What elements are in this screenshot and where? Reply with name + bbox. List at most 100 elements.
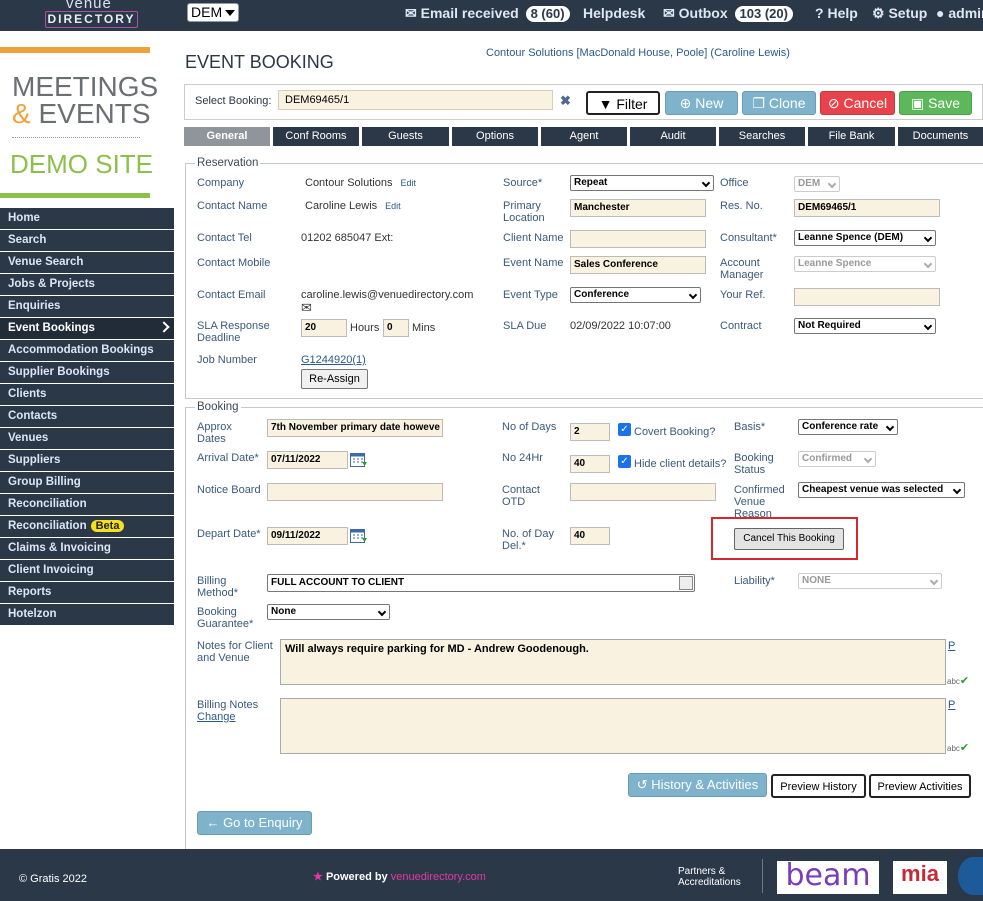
sidebar-item-contacts[interactable]: Contacts [0, 406, 174, 428]
billing-notes-p-link[interactable]: P [948, 699, 955, 711]
no-of-days-input[interactable]: 2 [570, 423, 610, 441]
chevron-down-icon [923, 233, 933, 243]
contact-otd-input[interactable] [570, 483, 716, 501]
approx-dates-input[interactable]: 7th November primary date howeve [267, 419, 443, 437]
billing-notes-change-link[interactable]: Change [197, 711, 236, 723]
booking-status-select[interactable]: Confirmed [798, 451, 876, 467]
setup-link[interactable]: ⚙ Setup [872, 5, 927, 22]
contract-select[interactable]: Not Required [794, 318, 936, 334]
chevron-down-icon [225, 10, 235, 16]
tab-audit[interactable]: Audit [630, 127, 716, 146]
day-delegates-input[interactable]: 40 [570, 527, 610, 545]
sidebar-item-clients[interactable]: Clients [0, 384, 174, 406]
sidebar-item-claims-invoicing[interactable]: Claims & Invoicing [0, 538, 174, 560]
arrival-date-input[interactable]: 07/11/2022 [267, 451, 348, 469]
sidebar-item-accommodation-bookings[interactable]: Accommodation Bookings [0, 340, 174, 362]
booking-guarantee-select[interactable]: None [267, 604, 390, 620]
clear-icon[interactable]: ✖ [560, 93, 571, 109]
confirmed-reason-select[interactable]: Cheapest venue was selected [798, 482, 965, 498]
reassign-button[interactable]: Re-Assign [301, 369, 368, 389]
notes-p-link[interactable]: P [948, 640, 955, 652]
client-name-input[interactable] [570, 230, 706, 248]
billing-notes-textarea[interactable] [280, 698, 946, 754]
job-number-link[interactable]: G1244920(1) [301, 354, 366, 366]
office-field-select[interactable]: DEM [794, 176, 840, 192]
mia-logo[interactable]: mia [893, 861, 947, 894]
tab-file-bank[interactable]: File Bank [808, 127, 895, 146]
notes-textarea[interactable]: Will always require parking for MD - And… [280, 639, 946, 685]
new-button[interactable]: ⊕ New [665, 91, 738, 115]
sidebar-item-enquiries[interactable]: Enquiries [0, 296, 174, 318]
sla-hours-input[interactable]: 20 [301, 319, 347, 337]
email-received-link[interactable]: ✉ Email received 8 (60) [405, 5, 570, 22]
account-manager-select[interactable]: Leanne Spence [794, 256, 936, 272]
venue-directory-logo[interactable]: venue DIRECTORY [0, 0, 180, 31]
source-select[interactable]: Repeat [570, 175, 714, 191]
booking-legend: Booking [195, 401, 241, 413]
tab-guests[interactable]: Guests [362, 127, 449, 146]
calendar-icon[interactable] [350, 528, 368, 544]
booking-client-breadcrumb[interactable]: Contour Solutions [MacDonald House, Pool… [486, 47, 790, 59]
clone-button[interactable]: ❐ Clone [742, 91, 816, 115]
sidebar-item-reports[interactable]: Reports [0, 582, 174, 604]
save-button[interactable]: ▣ Save [899, 91, 972, 115]
sidebar-item-client-invoicing[interactable]: Client Invoicing [0, 560, 174, 582]
depart-date-input[interactable]: 09/11/2022 [267, 527, 348, 545]
sidebar-item-jobs-projects[interactable]: Jobs & Projects [0, 274, 174, 296]
spellcheck-icon[interactable]: abc✔ [947, 741, 969, 754]
spellcheck-icon[interactable]: abc✔ [947, 674, 969, 687]
sidebar-item-reconciliation-beta[interactable]: Reconciliation Beta [0, 516, 174, 538]
covert-booking-checkbox[interactable]: ✓ [618, 423, 631, 436]
event-name-input[interactable]: Sales Conference [570, 256, 706, 274]
tab-documents[interactable]: Documents [898, 127, 983, 146]
helpdesk-link[interactable]: Helpdesk [583, 5, 645, 21]
no-24hr-input[interactable]: 40 [570, 455, 610, 473]
tab-general[interactable]: General [184, 127, 270, 146]
sla-mins-input[interactable]: 0 [383, 319, 409, 337]
history-activities-button[interactable]: ↺ History & Activities [628, 773, 767, 797]
sidebar-item-supplier-bookings[interactable]: Supplier Bookings [0, 362, 174, 384]
cancel-button[interactable]: ⊘ Cancel [820, 91, 895, 115]
outbox-link[interactable]: ✉ Outbox 103 (20) [663, 5, 793, 22]
company-edit-link[interactable]: Edit [400, 178, 416, 188]
envelope-icon[interactable]: ✉ [301, 300, 312, 316]
sidebar-item-home[interactable]: Home [0, 208, 174, 230]
tab-conf-rooms[interactable]: Conf Rooms [273, 127, 359, 146]
user-menu[interactable]: ● admin [936, 5, 983, 21]
beam-logo[interactable]: beam [777, 861, 879, 894]
sidebar-item-group-billing[interactable]: Group Billing [0, 472, 174, 494]
office-select[interactable]: DEM [187, 3, 239, 22]
sidebar-item-search[interactable]: Search [0, 230, 174, 252]
tab-agent[interactable]: Agent [541, 127, 627, 146]
consultant-select[interactable]: Leanne Spence (DEM) [794, 230, 936, 246]
basis-select[interactable]: Conference rate [798, 419, 898, 435]
preview-history-button[interactable]: Preview History [771, 774, 866, 798]
liability-select[interactable]: NONE [798, 573, 942, 589]
event-type-select[interactable]: Conference [570, 287, 701, 303]
billing-method-select[interactable]: FULL ACCOUNT TO CLIENT [267, 574, 695, 592]
primary-location-input[interactable]: Manchester [570, 199, 706, 217]
filter-button[interactable]: ▼ Filter [586, 91, 660, 115]
your-ref-input[interactable] [794, 288, 940, 306]
tab-searches[interactable]: Searches [719, 127, 805, 146]
contact-edit-link[interactable]: Edit [385, 201, 401, 211]
cyber-essentials-badge[interactable] [958, 857, 983, 895]
go-to-enquiry-button[interactable]: ← Go to Enquiry [197, 811, 312, 835]
sidebar-item-hotelzon[interactable]: Hotelzon [0, 604, 174, 626]
select-booking-input[interactable]: DEM69465/1 [278, 90, 553, 110]
res-no-input[interactable]: DEM69465/1 [794, 199, 940, 217]
tab-options[interactable]: Options [452, 127, 538, 146]
help-link[interactable]: ? Help [815, 5, 858, 21]
sidebar-item-event-bookings[interactable]: Event Bookings [0, 318, 174, 340]
preview-activities-button[interactable]: Preview Activities [869, 774, 971, 798]
footer-powered-by[interactable]: ★ Powered by venuedirectory.com [313, 870, 486, 883]
notice-board-input[interactable] [267, 483, 443, 501]
sidebar-item-venue-search[interactable]: Venue Search [0, 252, 174, 274]
cancel-this-booking-button[interactable]: Cancel This Booking [734, 528, 844, 550]
sidebar-item-venues[interactable]: Venues [0, 428, 174, 450]
sidebar-item-reconciliation[interactable]: Reconciliation [0, 494, 174, 516]
calendar-icon[interactable] [350, 452, 368, 468]
hide-client-checkbox[interactable]: ✓ [618, 455, 631, 468]
billing-notes-label: Billing Notes [197, 699, 259, 711]
sidebar-item-suppliers[interactable]: Suppliers [0, 450, 174, 472]
